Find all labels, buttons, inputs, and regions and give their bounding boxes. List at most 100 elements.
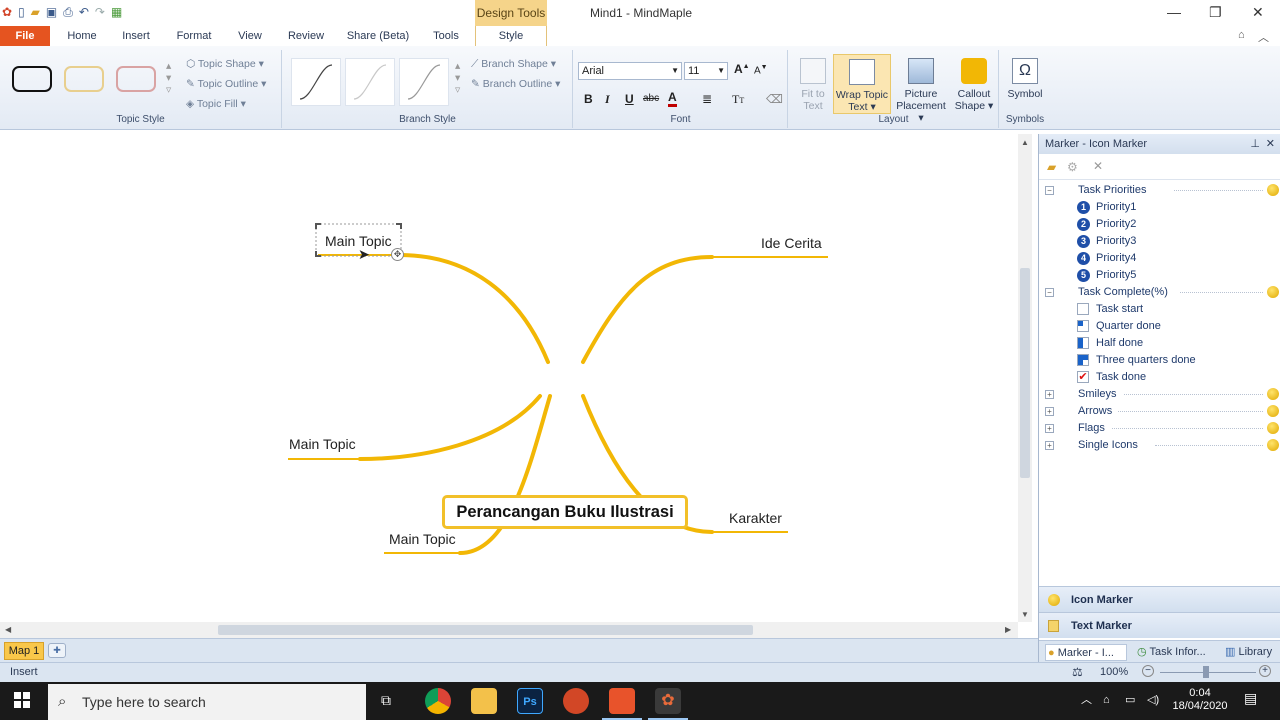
topic-style-preset-black[interactable] bbox=[12, 66, 52, 92]
symbol-button[interactable]: Ω Symbol bbox=[1004, 58, 1046, 100]
shrink-font-button[interactable]: A▼ bbox=[754, 64, 768, 76]
pin-panel-icon[interactable]: ⊥ bbox=[1250, 134, 1260, 154]
ribbon-minimize-icon[interactable]: ⌂ bbox=[1238, 29, 1245, 41]
marker-group[interactable]: − Task Complete(%) bbox=[1039, 284, 1280, 301]
battery-icon[interactable]: ▭ bbox=[1125, 694, 1135, 707]
marker-group[interactable]: + Smileys bbox=[1039, 386, 1280, 403]
font-family-select[interactable]: Arial ▼ bbox=[578, 62, 682, 80]
taskbar-clock[interactable]: 0:04 18/04/2020 bbox=[1170, 687, 1230, 713]
notifications-icon[interactable]: ▤ bbox=[1244, 691, 1257, 705]
branch-preset-2[interactable] bbox=[345, 58, 395, 106]
text-marker-section[interactable]: Text Marker bbox=[1039, 612, 1280, 638]
gallery-scroll-icon[interactable]: ▴ ▾ ▿ bbox=[166, 60, 171, 96]
vertical-scrollbar[interactable]: ▲ ▼ bbox=[1018, 134, 1032, 622]
bold-button[interactable]: B bbox=[584, 92, 593, 106]
customize-qat-icon[interactable]: ▦ bbox=[111, 4, 122, 20]
save-icon[interactable]: ▣ bbox=[46, 4, 57, 20]
marker-item[interactable]: 5 Priority5 bbox=[1039, 267, 1280, 284]
branch-outline-button[interactable]: ✎ Branch Outline ▾ bbox=[471, 78, 560, 90]
tab-review[interactable]: Review bbox=[284, 26, 328, 46]
redo-icon[interactable]: ↷ bbox=[95, 4, 105, 20]
zoom-fit-icon[interactable]: ⚖ bbox=[1072, 665, 1083, 679]
powerpoint-app-icon[interactable] bbox=[563, 688, 589, 714]
font-size-select[interactable]: 11 ▼ bbox=[684, 62, 728, 80]
zoom-in-icon[interactable]: + bbox=[1259, 665, 1271, 677]
undo-icon[interactable]: ↶ bbox=[79, 4, 89, 20]
marker-group[interactable]: − Task Priorities bbox=[1039, 182, 1280, 199]
tray-expand-icon[interactable]: ︿ bbox=[1081, 694, 1092, 707]
marker-item[interactable]: Half done bbox=[1039, 335, 1280, 352]
open-folder-icon[interactable]: ▰ bbox=[31, 4, 40, 20]
camera-app-icon[interactable] bbox=[609, 688, 635, 714]
branch-preset-1[interactable] bbox=[291, 58, 341, 106]
group-options-icon[interactable] bbox=[1267, 405, 1279, 417]
network-icon[interactable]: ⌂ bbox=[1103, 694, 1110, 707]
text-case-icon[interactable]: TT bbox=[732, 92, 744, 107]
restore-icon[interactable]: ❐ bbox=[1209, 4, 1222, 21]
scroll-down-icon[interactable]: ▼ bbox=[1021, 610, 1029, 619]
volume-icon[interactable]: ◁) bbox=[1147, 694, 1159, 707]
callout-shape-button[interactable]: Callout Shape ▾ bbox=[951, 58, 997, 112]
marker-item[interactable]: 1 Priority1 bbox=[1039, 199, 1280, 216]
taskbar-search-box[interactable]: ⌕ Type here to search bbox=[48, 684, 366, 720]
new-file-icon[interactable]: ▯ bbox=[18, 4, 25, 20]
marker-item[interactable]: ✔ Task done bbox=[1039, 369, 1280, 386]
marker-item[interactable]: 4 Priority4 bbox=[1039, 250, 1280, 267]
marker-item[interactable]: Task start bbox=[1039, 301, 1280, 318]
main-topic-left[interactable]: Main Topic bbox=[289, 436, 356, 452]
tab-share[interactable]: Share (Beta) bbox=[346, 26, 410, 46]
group-options-icon[interactable] bbox=[1267, 388, 1279, 400]
clear-format-icon[interactable]: ⌫ bbox=[766, 92, 783, 106]
topic-karakter[interactable]: Karakter bbox=[729, 510, 782, 526]
topic-style-preset-gold[interactable] bbox=[64, 66, 104, 92]
central-topic[interactable]: Perancangan Buku Ilustrasi bbox=[442, 495, 688, 529]
tab-format[interactable]: Format bbox=[172, 26, 216, 46]
topic-shape-button[interactable]: ⬡ Topic Shape ▾ bbox=[186, 58, 264, 70]
vertical-scroll-thumb[interactable] bbox=[1020, 268, 1030, 478]
scroll-up-icon[interactable]: ▲ bbox=[1021, 138, 1029, 147]
topic-style-preset-rose[interactable] bbox=[116, 66, 156, 92]
align-icon[interactable]: ≣ bbox=[702, 92, 712, 106]
file-explorer-icon[interactable] bbox=[471, 688, 497, 714]
branch-gallery-scroll-icon[interactable]: ▴ ▾ ▿ bbox=[455, 60, 460, 96]
expand-icon[interactable]: + bbox=[1045, 390, 1054, 399]
grow-font-button[interactable]: A▲ bbox=[734, 62, 750, 76]
print-icon[interactable]: ⎙ bbox=[63, 4, 73, 20]
tab-insert[interactable]: Insert bbox=[118, 26, 154, 46]
close-panel-icon[interactable]: ✕ bbox=[1266, 134, 1275, 154]
fit-to-text-button[interactable]: Fit to Text bbox=[793, 58, 833, 112]
marker-group[interactable]: + Flags bbox=[1039, 420, 1280, 437]
scroll-right-icon[interactable]: ▶ bbox=[1005, 625, 1011, 634]
group-options-icon[interactable] bbox=[1267, 184, 1279, 196]
ribbon-collapse-icon[interactable]: ︿ bbox=[1258, 29, 1269, 45]
tab-file[interactable]: File bbox=[0, 26, 50, 46]
photoshop-app-icon[interactable]: Ps bbox=[517, 688, 543, 714]
panel-tab-task-info[interactable]: ◷ Task Infor... bbox=[1137, 644, 1206, 661]
panel-tab-library[interactable]: ▥ Library bbox=[1225, 644, 1272, 661]
group-options-icon[interactable] bbox=[1267, 439, 1279, 451]
group-options-icon[interactable] bbox=[1267, 422, 1279, 434]
marker-item[interactable]: 2 Priority2 bbox=[1039, 216, 1280, 233]
marker-group[interactable]: + Single Icons bbox=[1039, 437, 1280, 454]
move-handle-icon[interactable]: ✥ bbox=[391, 248, 404, 261]
marker-group[interactable]: + Arrows bbox=[1039, 403, 1280, 420]
marker-item[interactable]: Three quarters done bbox=[1039, 352, 1280, 369]
topic-outline-button[interactable]: ✎ Topic Outline ▾ bbox=[186, 78, 266, 90]
topic-ide-cerita[interactable]: Ide Cerita bbox=[761, 235, 822, 251]
mindmap-canvas[interactable]: Perancangan Buku Ilustrasi Main Topic Id… bbox=[0, 134, 1018, 622]
collapse-icon[interactable]: − bbox=[1045, 288, 1054, 297]
close-icon[interactable]: ✕ bbox=[1252, 4, 1264, 21]
icon-marker-section[interactable]: Icon Marker bbox=[1039, 586, 1280, 612]
strikethrough-button[interactable]: abc bbox=[643, 93, 659, 104]
expand-icon[interactable]: + bbox=[1045, 441, 1054, 450]
chrome-app-icon[interactable] bbox=[425, 688, 451, 714]
zoom-out-icon[interactable]: − bbox=[1142, 665, 1154, 677]
panel-tab-marker[interactable]: ● Marker - I... bbox=[1045, 644, 1127, 661]
minimize-icon[interactable]: — bbox=[1167, 4, 1181, 20]
sheet-tab-map1[interactable]: Map 1 bbox=[4, 642, 44, 660]
scroll-left-icon[interactable]: ◀ bbox=[5, 625, 11, 634]
underline-button[interactable]: U bbox=[625, 92, 634, 106]
marker-item[interactable]: 3 Priority3 bbox=[1039, 233, 1280, 250]
windows-start-icon[interactable] bbox=[14, 692, 30, 708]
horizontal-scrollbar[interactable]: ◀ ▶ bbox=[0, 622, 1018, 638]
